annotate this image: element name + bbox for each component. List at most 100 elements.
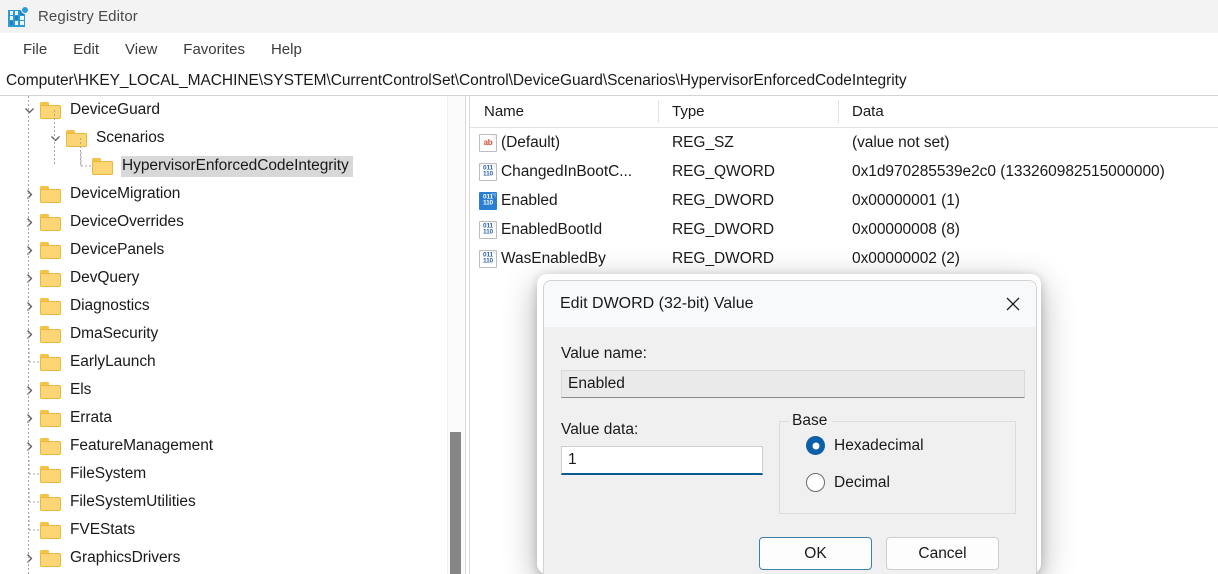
tree-item-label: Scenarios: [96, 128, 165, 146]
folder-icon: [40, 241, 61, 259]
folder-icon: [40, 101, 61, 119]
binary-value-icon: 011 110: [479, 191, 497, 210]
dialog-title-bar: Edit DWORD (32-bit) Value: [544, 281, 1036, 327]
tree-item[interactable]: GraphicsDrivers: [0, 544, 447, 572]
chevron-right-icon[interactable]: [18, 553, 40, 564]
radio-hexadecimal-indicator[interactable]: [806, 436, 825, 455]
column-header-data[interactable]: Data: [838, 96, 1218, 127]
tree-item[interactable]: FVEStats: [0, 516, 447, 544]
tree-item-label: DeviceGuard: [70, 100, 160, 118]
table-row[interactable]: ab (Default) REG_SZ (value not set): [470, 128, 1218, 157]
cell-type: REG_DWORD: [672, 191, 775, 209]
tree-item[interactable]: FeatureManagement: [0, 432, 447, 460]
folder-icon: [40, 353, 61, 371]
address-bar[interactable]: Computer\HKEY_LOCAL_MACHINE\SYSTEM\Curre…: [0, 66, 1218, 96]
folder-icon: [40, 213, 61, 231]
table-row[interactable]: 011 110 WasEnabledBy REG_DWORD 0x00000002 (2…: [470, 244, 1218, 273]
tree-scrollbar-thumb[interactable]: [450, 432, 461, 574]
menu-item-file[interactable]: File: [10, 38, 60, 61]
tree-item-label: DevicePanels: [70, 240, 165, 258]
folder-icon: [40, 549, 61, 567]
tree-guide-line: [80, 138, 81, 166]
close-icon[interactable]: [990, 281, 1036, 327]
tree-connector: [70, 152, 92, 180]
tree-item-label: FileSystem: [70, 464, 147, 482]
tree-item[interactable]: DeviceOverrides: [0, 208, 447, 236]
menu-item-favorites[interactable]: Favorites: [170, 38, 258, 61]
cell-type: REG_DWORD: [672, 249, 775, 267]
folder-icon: [40, 325, 61, 343]
tree-item[interactable]: Els: [0, 376, 447, 404]
pane-splitter[interactable]: [465, 96, 466, 574]
registry-editor-icon: [7, 5, 29, 28]
tree-item[interactable]: DmaSecurity: [0, 320, 447, 348]
tree-connector: [18, 460, 40, 488]
tree-item-label: FileSystemUtilities: [70, 492, 196, 510]
tree-connector: [18, 488, 40, 516]
value-name-text: Enabled: [501, 191, 558, 209]
tree-item-label: GraphicsDrivers: [70, 548, 181, 566]
dialog-buttons: OK Cancel: [561, 537, 1016, 570]
chevron-right-icon[interactable]: [18, 273, 40, 284]
chevron-right-icon[interactable]: [18, 441, 40, 452]
folder-icon: [40, 493, 61, 511]
table-row[interactable]: 011 110 ChangedInBootC... REG_QWORD 0x1d9702…: [470, 157, 1218, 186]
tree-item[interactable]: DevicePanels: [0, 236, 447, 264]
column-header-type[interactable]: Type: [658, 96, 838, 127]
menu-item-help[interactable]: Help: [258, 38, 315, 61]
menu-item-view[interactable]: View: [112, 38, 170, 61]
binary-value-icon: 011 110: [479, 249, 497, 268]
chevron-right-icon[interactable]: [18, 329, 40, 340]
tree-item[interactable]: FileSystemUtilities: [0, 488, 447, 516]
cell-data: 0x00000002 (2): [852, 249, 960, 267]
value-data-label: Value data:: [561, 421, 639, 438]
radio-hexadecimal[interactable]: Hexadecimal: [806, 430, 1015, 461]
menu-item-edit[interactable]: Edit: [60, 38, 112, 61]
tree-item[interactable]: DeviceMigration: [0, 180, 447, 208]
window-title: Registry Editor: [38, 8, 138, 25]
ok-button[interactable]: OK: [759, 537, 872, 570]
cell-name: 011 110 WasEnabledBy: [470, 249, 658, 268]
chevron-right-icon[interactable]: [18, 217, 40, 228]
chevron-right-icon[interactable]: [18, 245, 40, 256]
tree-item[interactable]: DevQuery: [0, 264, 447, 292]
folder-icon: [40, 297, 61, 315]
tree-item[interactable]: HypervisorEnforcedCodeIntegrity: [0, 152, 447, 180]
tree-guide-line: [28, 96, 29, 574]
list-column-headers: Name Type Data: [470, 96, 1218, 128]
value-data-input[interactable]: 1: [561, 446, 763, 475]
tree-item-label: DmaSecurity: [70, 324, 159, 342]
cancel-button[interactable]: Cancel: [886, 537, 999, 570]
dialog-title: Edit DWORD (32-bit) Value: [560, 295, 754, 312]
chevron-down-icon[interactable]: [44, 133, 66, 144]
dialog-body: Value name: Enabled Value data: 1 Base H…: [544, 327, 1036, 570]
tree-item[interactable]: DeviceGuard: [0, 96, 447, 124]
radio-hexadecimal-label: Hexadecimal: [834, 436, 924, 454]
radio-decimal-indicator[interactable]: [806, 473, 825, 492]
chevron-down-icon[interactable]: [18, 105, 40, 116]
chevron-right-icon[interactable]: [18, 301, 40, 312]
tree-item[interactable]: FileSystem: [0, 460, 447, 488]
tree-item[interactable]: Diagnostics: [0, 292, 447, 320]
tree-item[interactable]: Scenarios: [0, 124, 447, 152]
base-legend: Base: [789, 412, 833, 430]
cell-name: 011 110 ChangedInBootC...: [470, 162, 658, 181]
value-name-text: ChangedInBootC...: [501, 162, 632, 180]
edit-dword-dialog: Edit DWORD (32-bit) Value Value name: En…: [543, 280, 1037, 574]
column-header-name[interactable]: Name: [470, 96, 658, 127]
radio-decimal[interactable]: Decimal: [806, 467, 1015, 498]
title-bar: Registry Editor: [0, 0, 1218, 33]
value-name-label: Value name:: [561, 345, 647, 362]
table-row[interactable]: 011 110 EnabledBootId REG_DWORD 0x00000008 (…: [470, 215, 1218, 244]
registry-tree[interactable]: DeviceGuard Scenarios HypervisorEnforcedCo…: [0, 96, 448, 574]
registry-path: Computer\HKEY_LOCAL_MACHINE\SYSTEM\Curre…: [6, 71, 907, 89]
cell-name: 011 110 EnabledBootId: [470, 220, 658, 239]
folder-icon: [40, 269, 61, 287]
chevron-right-icon[interactable]: [18, 385, 40, 396]
table-row[interactable]: 011 110 Enabled REG_DWORD 0x00000001 (1): [470, 186, 1218, 215]
tree-item[interactable]: Errata: [0, 404, 447, 432]
tree-item-label: Errata: [70, 408, 112, 426]
tree-item[interactable]: EarlyLaunch: [0, 348, 447, 376]
chevron-right-icon[interactable]: [18, 413, 40, 424]
chevron-right-icon[interactable]: [18, 189, 40, 200]
